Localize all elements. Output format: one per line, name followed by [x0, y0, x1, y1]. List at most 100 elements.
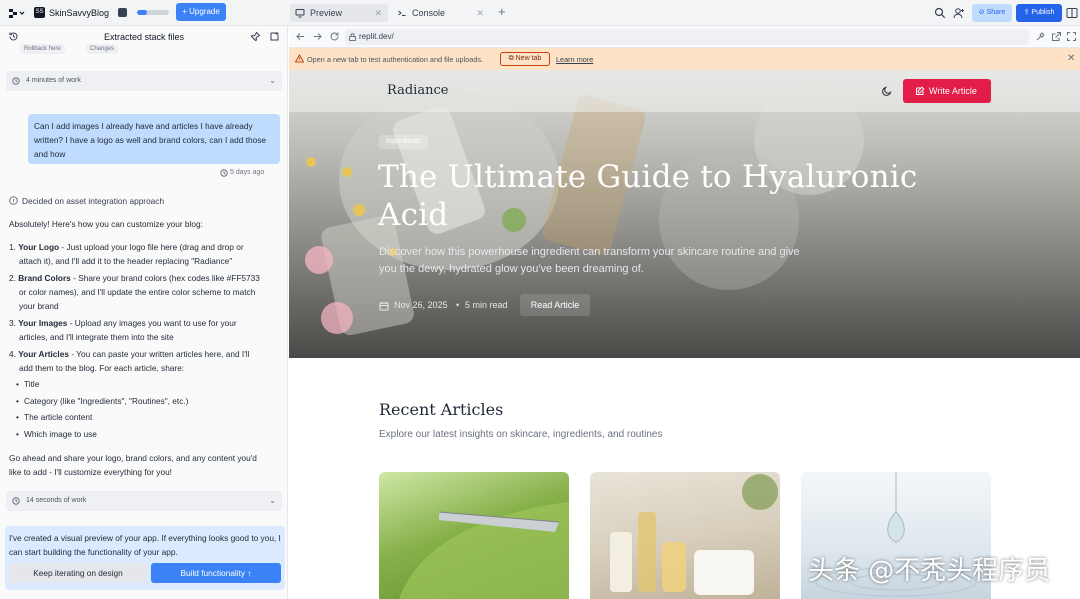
upgrade-label: Upgrade — [189, 7, 220, 16]
tab-preview-label: Preview — [310, 8, 343, 18]
chevron-down-icon: ⌄ — [269, 76, 276, 85]
project-name[interactable]: SkinSavvyBlog — [49, 8, 109, 18]
work-summary-label: 4 minutes of work — [26, 77, 81, 84]
site-brand[interactable]: Radiance — [387, 83, 448, 98]
rollback-chip[interactable]: Rollback here — [20, 44, 65, 54]
publish-label: Publish — [1031, 9, 1055, 16]
new-tab-label: New tab — [515, 55, 542, 62]
new-tab-button[interactable]: ⧉ New tab — [500, 52, 550, 66]
terminal-icon — [397, 8, 407, 18]
share-label: Share — [986, 9, 1006, 16]
step-text-line: articles, and I'll integrate them into t… — [19, 332, 174, 342]
write-article-label: Write Article — [929, 86, 977, 96]
url-bar: replit.dev/ — [289, 26, 1080, 48]
category-tag[interactable]: Ingredients — [379, 135, 428, 149]
preview-panel: replit.dev/ Open a new tab to test authe… — [289, 26, 1080, 599]
url-text: replit.dev/ — [359, 32, 394, 41]
add-tab-icon[interactable]: + — [498, 5, 506, 19]
step-title: Brand Colors — [18, 273, 71, 283]
calendar-icon — [379, 301, 389, 311]
step-text-line: add them to the blog. For each article, … — [19, 363, 185, 373]
step-number: 1. — [9, 242, 16, 252]
project-icon: SS — [34, 7, 45, 18]
ai-intro: Absolutely! Here's how you can customize… — [9, 219, 203, 229]
pin-icon[interactable] — [250, 31, 261, 42]
close-icon[interactable]: ✕ — [476, 4, 484, 22]
decision-note: Decided on asset integration approach — [22, 196, 165, 206]
message-timestamp: 5 days ago — [230, 169, 265, 176]
write-article-button[interactable]: Write Article — [903, 79, 991, 103]
step-text: - Upload any images you want to use for … — [67, 318, 237, 328]
chat-title: Extracted stack files — [103, 32, 185, 42]
site-header: Radiance Write Article — [289, 70, 1080, 112]
open-external-icon[interactable] — [1051, 31, 1062, 42]
step-text: - Just upload your logo file here (drag … — [59, 242, 244, 252]
article-card-image[interactable] — [590, 472, 780, 599]
edit-icon — [916, 86, 925, 95]
publish-button[interactable]: ⇪ Publish — [1016, 4, 1062, 22]
step-title: Your Articles — [18, 349, 69, 359]
search-icon[interactable] — [934, 7, 946, 19]
clock-icon — [12, 77, 20, 85]
chat-header: Extracted stack files — [0, 26, 287, 46]
clock-icon — [220, 169, 228, 177]
fullscreen-icon[interactable] — [1066, 31, 1077, 42]
article-date: Nov 26, 2025 — [394, 300, 448, 310]
back-icon[interactable] — [295, 31, 306, 42]
bullet-item: Category (like "Ingredients", "Routines"… — [16, 394, 188, 408]
url-input[interactable]: replit.dev/ — [345, 29, 1029, 45]
share-button[interactable]: ⊘ Share — [972, 4, 1012, 22]
work-summary-row[interactable]: 14 seconds of work ⌄ — [6, 491, 282, 511]
meta-separator: • — [456, 300, 460, 310]
ai-closing-line: Go ahead and share your logo, brand colo… — [9, 453, 257, 463]
build-functionality-button[interactable]: Build functionality ↑ — [151, 563, 281, 583]
step-item: 2. Brand Colors - Share your brand color… — [9, 271, 260, 285]
bullet-item: The article content — [16, 410, 92, 424]
chat-panel: Extracted stack files Rollback here Chan… — [0, 26, 288, 599]
recent-articles-subtitle: Explore our latest insights on skincare,… — [379, 429, 663, 440]
changes-chip[interactable]: Changes — [86, 44, 119, 54]
read-article-button[interactable]: Read Article — [520, 294, 590, 316]
keep-iterating-button[interactable]: Keep iterating on design — [9, 563, 147, 583]
invite-user-icon[interactable] — [953, 7, 965, 19]
replit-logo-icon[interactable] — [8, 7, 26, 19]
close-icon[interactable]: ✕ — [1067, 53, 1075, 64]
step-text: - Share your brand colors (hex codes lik… — [70, 273, 260, 283]
devtools-icon[interactable] — [1035, 31, 1046, 42]
tab-console-label: Console — [412, 8, 446, 18]
stop-button[interactable] — [118, 8, 127, 17]
tab-console[interactable]: Console ✕ — [392, 4, 490, 22]
top-bar: SS SkinSavvyBlog + Upgrade Preview ✕ Con… — [0, 0, 1080, 26]
step-text: - You can paste your written articles he… — [68, 349, 250, 359]
step-item: 1. Your Logo - Just upload your logo fil… — [9, 240, 244, 254]
layout-toggle-icon[interactable] — [1066, 7, 1078, 19]
read-time: 5 min read — [465, 300, 508, 310]
thought-icon — [9, 196, 18, 205]
ai-closing-line: like to add - I'll customize everything … — [9, 467, 172, 477]
close-icon[interactable]: ✕ — [374, 4, 382, 22]
usage-bar — [137, 10, 169, 15]
step-number: 2. — [9, 273, 16, 283]
step-text-line: or color names), and I'll update the ent… — [19, 287, 256, 297]
refresh-icon[interactable] — [329, 31, 340, 42]
warning-text: Open a new tab to test authentication an… — [307, 55, 484, 64]
lock-icon — [349, 33, 356, 41]
warning-icon — [295, 54, 304, 63]
step-number: 4. — [9, 349, 16, 359]
monitor-icon — [295, 8, 305, 18]
step-number: 3. — [9, 318, 16, 328]
forward-icon[interactable] — [312, 31, 323, 42]
upgrade-button[interactable]: + Upgrade — [176, 3, 226, 21]
build-label: Build functionality — [180, 568, 246, 578]
step-item: 3. Your Images - Upload any images you w… — [9, 316, 237, 330]
new-chat-icon[interactable] — [269, 31, 280, 42]
work-summary-row[interactable]: 4 minutes of work ⌄ — [6, 71, 282, 91]
hero-title: The Ultimate Guide to Hyaluronic Acid — [378, 159, 918, 233]
article-card-image[interactable] — [379, 472, 569, 599]
moon-icon[interactable] — [882, 86, 892, 96]
step-title: Your Images — [18, 318, 68, 328]
watermark: 头条 @不秃头程序员 — [808, 556, 1051, 586]
step-text-line: your brand — [19, 301, 59, 311]
tab-preview[interactable]: Preview ✕ — [290, 4, 388, 22]
learn-more-link[interactable]: Learn more — [556, 55, 593, 64]
